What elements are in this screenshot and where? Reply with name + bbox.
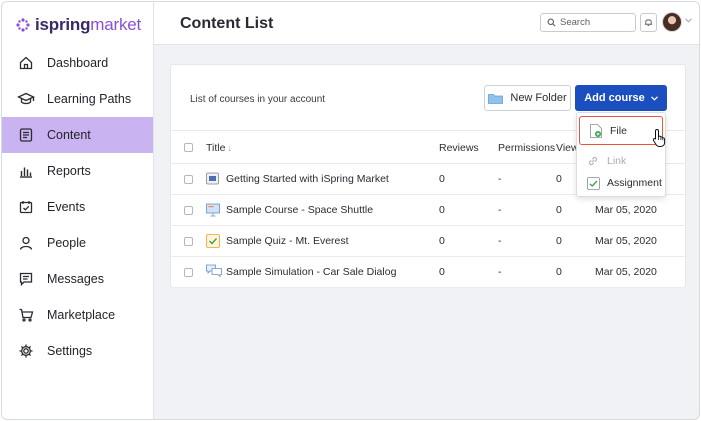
file-add-icon: [590, 123, 604, 138]
dropdown-item-file[interactable]: File: [579, 116, 663, 145]
calendar-check-icon: [17, 198, 35, 216]
person-icon: [17, 234, 35, 252]
bell-icon: [644, 16, 653, 30]
row-checkbox[interactable]: [184, 206, 193, 215]
page-title: Content List: [180, 15, 274, 32]
search-input[interactable]: Search: [540, 13, 636, 32]
sidebar-item-content[interactable]: Content: [2, 117, 153, 153]
row-permissions: -: [498, 173, 502, 185]
home-icon: [17, 54, 35, 72]
assignment-icon: [587, 176, 601, 190]
table-row[interactable]: Sample Course - Space Shuttle 0 - 0 Mar …: [171, 195, 685, 226]
row-permissions: -: [498, 235, 502, 247]
add-course-button[interactable]: Add course: [575, 85, 667, 111]
sidebar-item-label: Dashboard: [47, 56, 109, 70]
sidebar-item-learning-paths[interactable]: Learning Paths: [2, 81, 153, 117]
sidebar-item-label: Marketplace: [47, 308, 116, 322]
sidebar-item-label: Messages: [47, 272, 104, 286]
row-views: 0: [556, 235, 562, 247]
row-reviews: 0: [439, 235, 445, 247]
row-checkbox[interactable]: [184, 237, 193, 246]
row-checkbox[interactable]: [184, 175, 193, 184]
message-icon: [17, 270, 35, 288]
sidebar-item-events[interactable]: Events: [2, 189, 153, 225]
row-checkbox[interactable]: [184, 268, 193, 277]
table-row[interactable]: Sample Quiz - Mt. Everest 0 - 0 Mar 05, …: [171, 226, 685, 257]
hand-cursor-icon: [652, 128, 668, 151]
sidebar: ispringmarket Dashboard Learning Paths C…: [2, 2, 154, 419]
new-folder-label: New Folder: [510, 92, 567, 104]
quiz-icon: [206, 234, 220, 248]
cart-icon: [17, 306, 35, 324]
folder-icon: [488, 93, 504, 104]
sort-arrow-icon: ↓: [227, 143, 232, 153]
sidebar-item-people[interactable]: People: [2, 225, 153, 261]
search-icon: [547, 18, 556, 27]
column-reviews[interactable]: Reviews: [439, 142, 479, 154]
sidebar-item-label: Events: [47, 200, 86, 214]
row-reviews: 0: [439, 266, 445, 278]
row-permissions: -: [498, 266, 502, 278]
row-reviews: 0: [439, 204, 445, 216]
sidebar-item-label: Learning Paths: [47, 92, 132, 106]
dropdown-item-label: File: [610, 124, 627, 137]
gear-icon: [17, 342, 35, 360]
link-icon: [587, 155, 601, 167]
logo[interactable]: ispringmarket: [15, 14, 141, 36]
chevron-down-icon[interactable]: [685, 18, 692, 23]
graduation-cap-icon: [17, 90, 35, 108]
avatar[interactable]: [662, 12, 682, 32]
sidebar-item-marketplace[interactable]: Marketplace: [2, 297, 153, 333]
row-reviews: 0: [439, 173, 445, 185]
dropdown-item-link[interactable]: Link: [577, 150, 665, 172]
notifications-button[interactable]: [640, 13, 657, 32]
row-views: 0: [556, 204, 562, 216]
sidebar-item-settings[interactable]: Settings: [2, 333, 153, 369]
row-views: 0: [556, 173, 562, 185]
select-all-checkbox[interactable]: [184, 143, 193, 152]
card-title: List of courses in your account: [190, 94, 326, 105]
search-placeholder: Search: [560, 17, 591, 28]
row-date: Mar 05, 2020: [595, 204, 657, 216]
row-date: Mar 05, 2020: [595, 266, 657, 278]
sidebar-item-label: Settings: [47, 344, 93, 358]
row-title[interactable]: Sample Simulation - Car Sale Dialog: [226, 266, 396, 278]
presentation-icon: [206, 203, 220, 217]
video-course-icon: [206, 172, 219, 185]
dropdown-item-label: Assignment: [607, 177, 662, 189]
top-header: Content List Search: [154, 2, 699, 45]
column-permissions[interactable]: Permissions: [498, 142, 555, 154]
bar-chart-icon: [17, 162, 35, 180]
sidebar-item-label: Content: [47, 128, 91, 142]
table-row[interactable]: Sample Simulation - Car Sale Dialog 0 - …: [171, 257, 685, 288]
ispring-logo-icon: [15, 17, 31, 33]
sidebar-item-dashboard[interactable]: Dashboard: [2, 45, 153, 81]
dropdown-item-assignment[interactable]: Assignment: [577, 172, 665, 194]
app-window: ispringmarket Dashboard Learning Paths C…: [1, 1, 700, 420]
row-title[interactable]: Sample Course - Space Shuttle: [226, 204, 373, 216]
row-views: 0: [556, 266, 562, 278]
logo-text: ispringmarket: [35, 15, 142, 34]
row-title[interactable]: Getting Started with iSpring Market: [226, 173, 389, 185]
row-date: Mar 05, 2020: [595, 235, 657, 247]
new-folder-button[interactable]: New Folder: [484, 85, 571, 111]
row-permissions: -: [498, 204, 502, 216]
add-course-dropdown: File Link Assignment: [576, 112, 666, 197]
sidebar-item-messages[interactable]: Messages: [2, 261, 153, 297]
sidebar-nav: Dashboard Learning Paths Content Reports: [2, 45, 153, 369]
sidebar-item-reports[interactable]: Reports: [2, 153, 153, 189]
content-icon: [17, 126, 35, 144]
dropdown-item-label: Link: [607, 155, 627, 167]
sidebar-item-label: People: [47, 236, 86, 250]
chevron-down-icon: [650, 95, 658, 101]
sidebar-item-label: Reports: [47, 164, 91, 178]
dialog-simulation-icon: [206, 264, 222, 278]
add-course-label: Add course: [584, 92, 645, 104]
column-title[interactable]: Title ↓: [206, 142, 232, 154]
row-title[interactable]: Sample Quiz - Mt. Everest: [226, 235, 349, 247]
